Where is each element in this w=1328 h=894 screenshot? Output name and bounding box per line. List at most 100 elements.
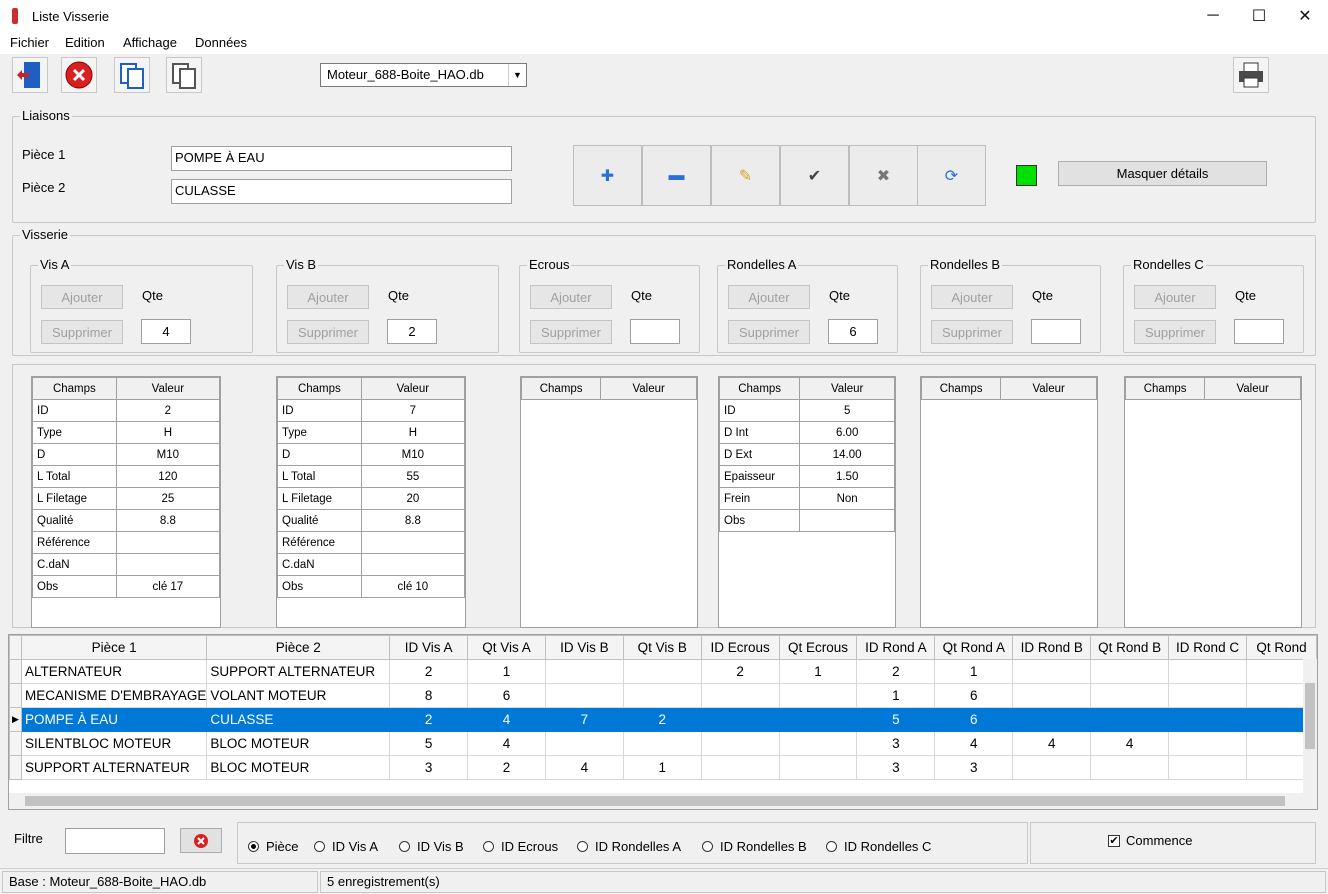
filter-radio-option[interactable]: ID Vis A bbox=[314, 839, 378, 854]
table-cell[interactable]: MECANISME D'EMBRAYAGE bbox=[20, 683, 208, 708]
table-cell[interactable] bbox=[544, 659, 624, 684]
cancel-button[interactable] bbox=[61, 57, 97, 93]
add-rondelles-b-button[interactable]: Ajouter bbox=[931, 285, 1013, 309]
table-cell[interactable] bbox=[1012, 683, 1092, 708]
table-cell[interactable] bbox=[1012, 659, 1092, 684]
column-header[interactable]: Pièce 1 bbox=[20, 635, 208, 660]
remove-rondelles-c-button[interactable]: Supprimer bbox=[1134, 320, 1216, 344]
table-cell[interactable] bbox=[622, 659, 702, 684]
minimize-button[interactable]: ─ bbox=[1190, 0, 1236, 32]
header-champs[interactable]: Champs bbox=[1125, 377, 1206, 400]
close-button[interactable]: ✕ bbox=[1282, 0, 1328, 32]
table-cell[interactable]: 3 bbox=[856, 731, 936, 756]
table-cell[interactable]: 4 bbox=[467, 707, 546, 732]
table-cell[interactable]: 8 bbox=[389, 683, 469, 708]
header-valeur[interactable]: Valeur bbox=[1000, 377, 1097, 400]
table-cell[interactable]: ALTERNATEUR bbox=[20, 659, 208, 684]
add-liaison-button[interactable]: ✚ bbox=[573, 145, 642, 206]
refresh-button[interactable]: ⟳ bbox=[917, 145, 986, 206]
header-champs[interactable]: Champs bbox=[521, 377, 602, 400]
table-cell[interactable]: 7 bbox=[544, 707, 624, 732]
row-selector[interactable] bbox=[9, 659, 22, 684]
qte-rondelles-a-input[interactable]: 6 bbox=[828, 319, 878, 344]
table-cell[interactable]: SILENTBLOC MOTEUR bbox=[20, 731, 208, 756]
table-cell[interactable] bbox=[622, 731, 702, 756]
header-valeur[interactable]: Valeur bbox=[600, 377, 697, 400]
table-cell[interactable] bbox=[1168, 731, 1248, 756]
table-cell[interactable]: 4 bbox=[544, 755, 624, 780]
column-header[interactable]: ID Rond C bbox=[1168, 635, 1248, 660]
paste-button[interactable] bbox=[166, 57, 202, 93]
table-cell[interactable]: BLOC MOTEUR bbox=[206, 755, 391, 780]
header-champs[interactable]: Champs bbox=[921, 377, 1002, 400]
table-cell[interactable]: VOLANT MOTEUR bbox=[206, 683, 391, 708]
table-cell[interactable]: 4 bbox=[1012, 731, 1092, 756]
row-selector[interactable] bbox=[9, 755, 22, 780]
qte-rondelles-b-input[interactable] bbox=[1031, 319, 1081, 344]
row-selector[interactable] bbox=[9, 731, 22, 756]
scroll-thumb-h[interactable] bbox=[25, 796, 1285, 806]
table-cell[interactable] bbox=[1090, 755, 1170, 780]
table-cell[interactable]: 4 bbox=[1090, 731, 1170, 756]
column-header[interactable]: ID Vis B bbox=[544, 635, 624, 660]
maximize-button[interactable]: ☐ bbox=[1236, 0, 1282, 32]
add-vis-b-button[interactable]: Ajouter bbox=[287, 285, 369, 309]
column-header[interactable]: Qt Ecrous bbox=[778, 635, 858, 660]
header-valeur[interactable]: Valeur bbox=[360, 377, 465, 400]
qte-vis-a-input[interactable]: 4 bbox=[141, 319, 191, 344]
table-cell[interactable]: 1 bbox=[622, 755, 702, 780]
table-cell[interactable] bbox=[1012, 707, 1092, 732]
table-cell[interactable] bbox=[700, 731, 780, 756]
add-vis-a-button[interactable]: Ajouter bbox=[41, 285, 123, 309]
column-header[interactable]: Qt Vis B bbox=[622, 635, 702, 660]
remove-rondelles-b-button[interactable]: Supprimer bbox=[931, 320, 1013, 344]
header-valeur[interactable]: Valeur bbox=[115, 377, 220, 400]
table-cell[interactable] bbox=[700, 707, 780, 732]
table-cell[interactable]: 5 bbox=[389, 731, 469, 756]
table-cell[interactable]: POMPE À EAU bbox=[20, 707, 208, 732]
table-cell[interactable] bbox=[778, 731, 858, 756]
table-cell[interactable] bbox=[1090, 659, 1170, 684]
masquer-details-button[interactable]: Masquer détails bbox=[1058, 161, 1267, 186]
table-row[interactable]: SILENTBLOC MOTEUR BLOC MOTEUR 5 4 3 4 4 4 bbox=[9, 731, 1317, 756]
table-cell[interactable]: 4 bbox=[467, 731, 546, 756]
header-valeur[interactable]: Valeur bbox=[799, 377, 895, 400]
details-panel-4[interactable]: Champs Valeur ID 5 D Int 6.00 D Ext 14.0… bbox=[718, 376, 896, 628]
clear-filter-button[interactable] bbox=[180, 828, 222, 853]
table-cell[interactable]: 3 bbox=[934, 755, 1014, 780]
table-cell[interactable]: 2 bbox=[389, 659, 469, 684]
table-cell[interactable] bbox=[700, 755, 780, 780]
row-selector[interactable] bbox=[9, 683, 22, 708]
column-header[interactable]: Qt Rond B bbox=[1090, 635, 1170, 660]
table-cell[interactable] bbox=[1168, 755, 1248, 780]
add-rondelles-c-button[interactable]: Ajouter bbox=[1134, 285, 1216, 309]
details-panel-3[interactable]: Champs Valeur bbox=[520, 376, 698, 628]
print-button[interactable] bbox=[1233, 57, 1269, 93]
table-cell[interactable] bbox=[622, 683, 702, 708]
table-cell[interactable] bbox=[1168, 659, 1248, 684]
table-cell[interactable]: CULASSE bbox=[206, 707, 391, 732]
table-cell[interactable] bbox=[1168, 683, 1248, 708]
details-panel-1[interactable]: Champs Valeur ID 2 Type H D M10 L Total … bbox=[31, 376, 221, 628]
table-cell[interactable]: 1 bbox=[467, 659, 546, 684]
table-cell[interactable]: 6 bbox=[467, 683, 546, 708]
qte-vis-b-input[interactable]: 2 bbox=[387, 319, 437, 344]
table-cell[interactable] bbox=[544, 683, 624, 708]
table-cell[interactable] bbox=[544, 731, 624, 756]
piece1-input[interactable]: POMPE À EAU bbox=[171, 146, 512, 171]
menu-edition[interactable]: Edition bbox=[65, 35, 105, 50]
header-champs[interactable]: Champs bbox=[32, 377, 117, 400]
database-select[interactable]: Moteur_688-Boite_HAO.db ▼ bbox=[320, 63, 527, 87]
remove-ecrous-button[interactable]: Supprimer bbox=[530, 320, 612, 344]
table-row[interactable]: ▶ POMPE À EAU CULASSE 2 4 7 2 5 6 bbox=[9, 707, 1317, 732]
table-cell[interactable]: SUPPORT ALTERNATEUR bbox=[20, 755, 208, 780]
exit-door-button[interactable] bbox=[12, 57, 48, 93]
add-ecrous-button[interactable]: Ajouter bbox=[530, 285, 612, 309]
validate-button[interactable]: ✔ bbox=[780, 145, 849, 206]
details-panel-2[interactable]: Champs Valeur ID 7 Type H D M10 L Total … bbox=[276, 376, 466, 628]
header-champs[interactable]: Champs bbox=[277, 377, 362, 400]
filter-radio-option[interactable]: ID Ecrous bbox=[483, 839, 558, 854]
table-cell[interactable]: 1 bbox=[778, 659, 858, 684]
table-cell[interactable]: 1 bbox=[856, 683, 936, 708]
column-header[interactable]: Qt Rond bbox=[1246, 635, 1317, 660]
